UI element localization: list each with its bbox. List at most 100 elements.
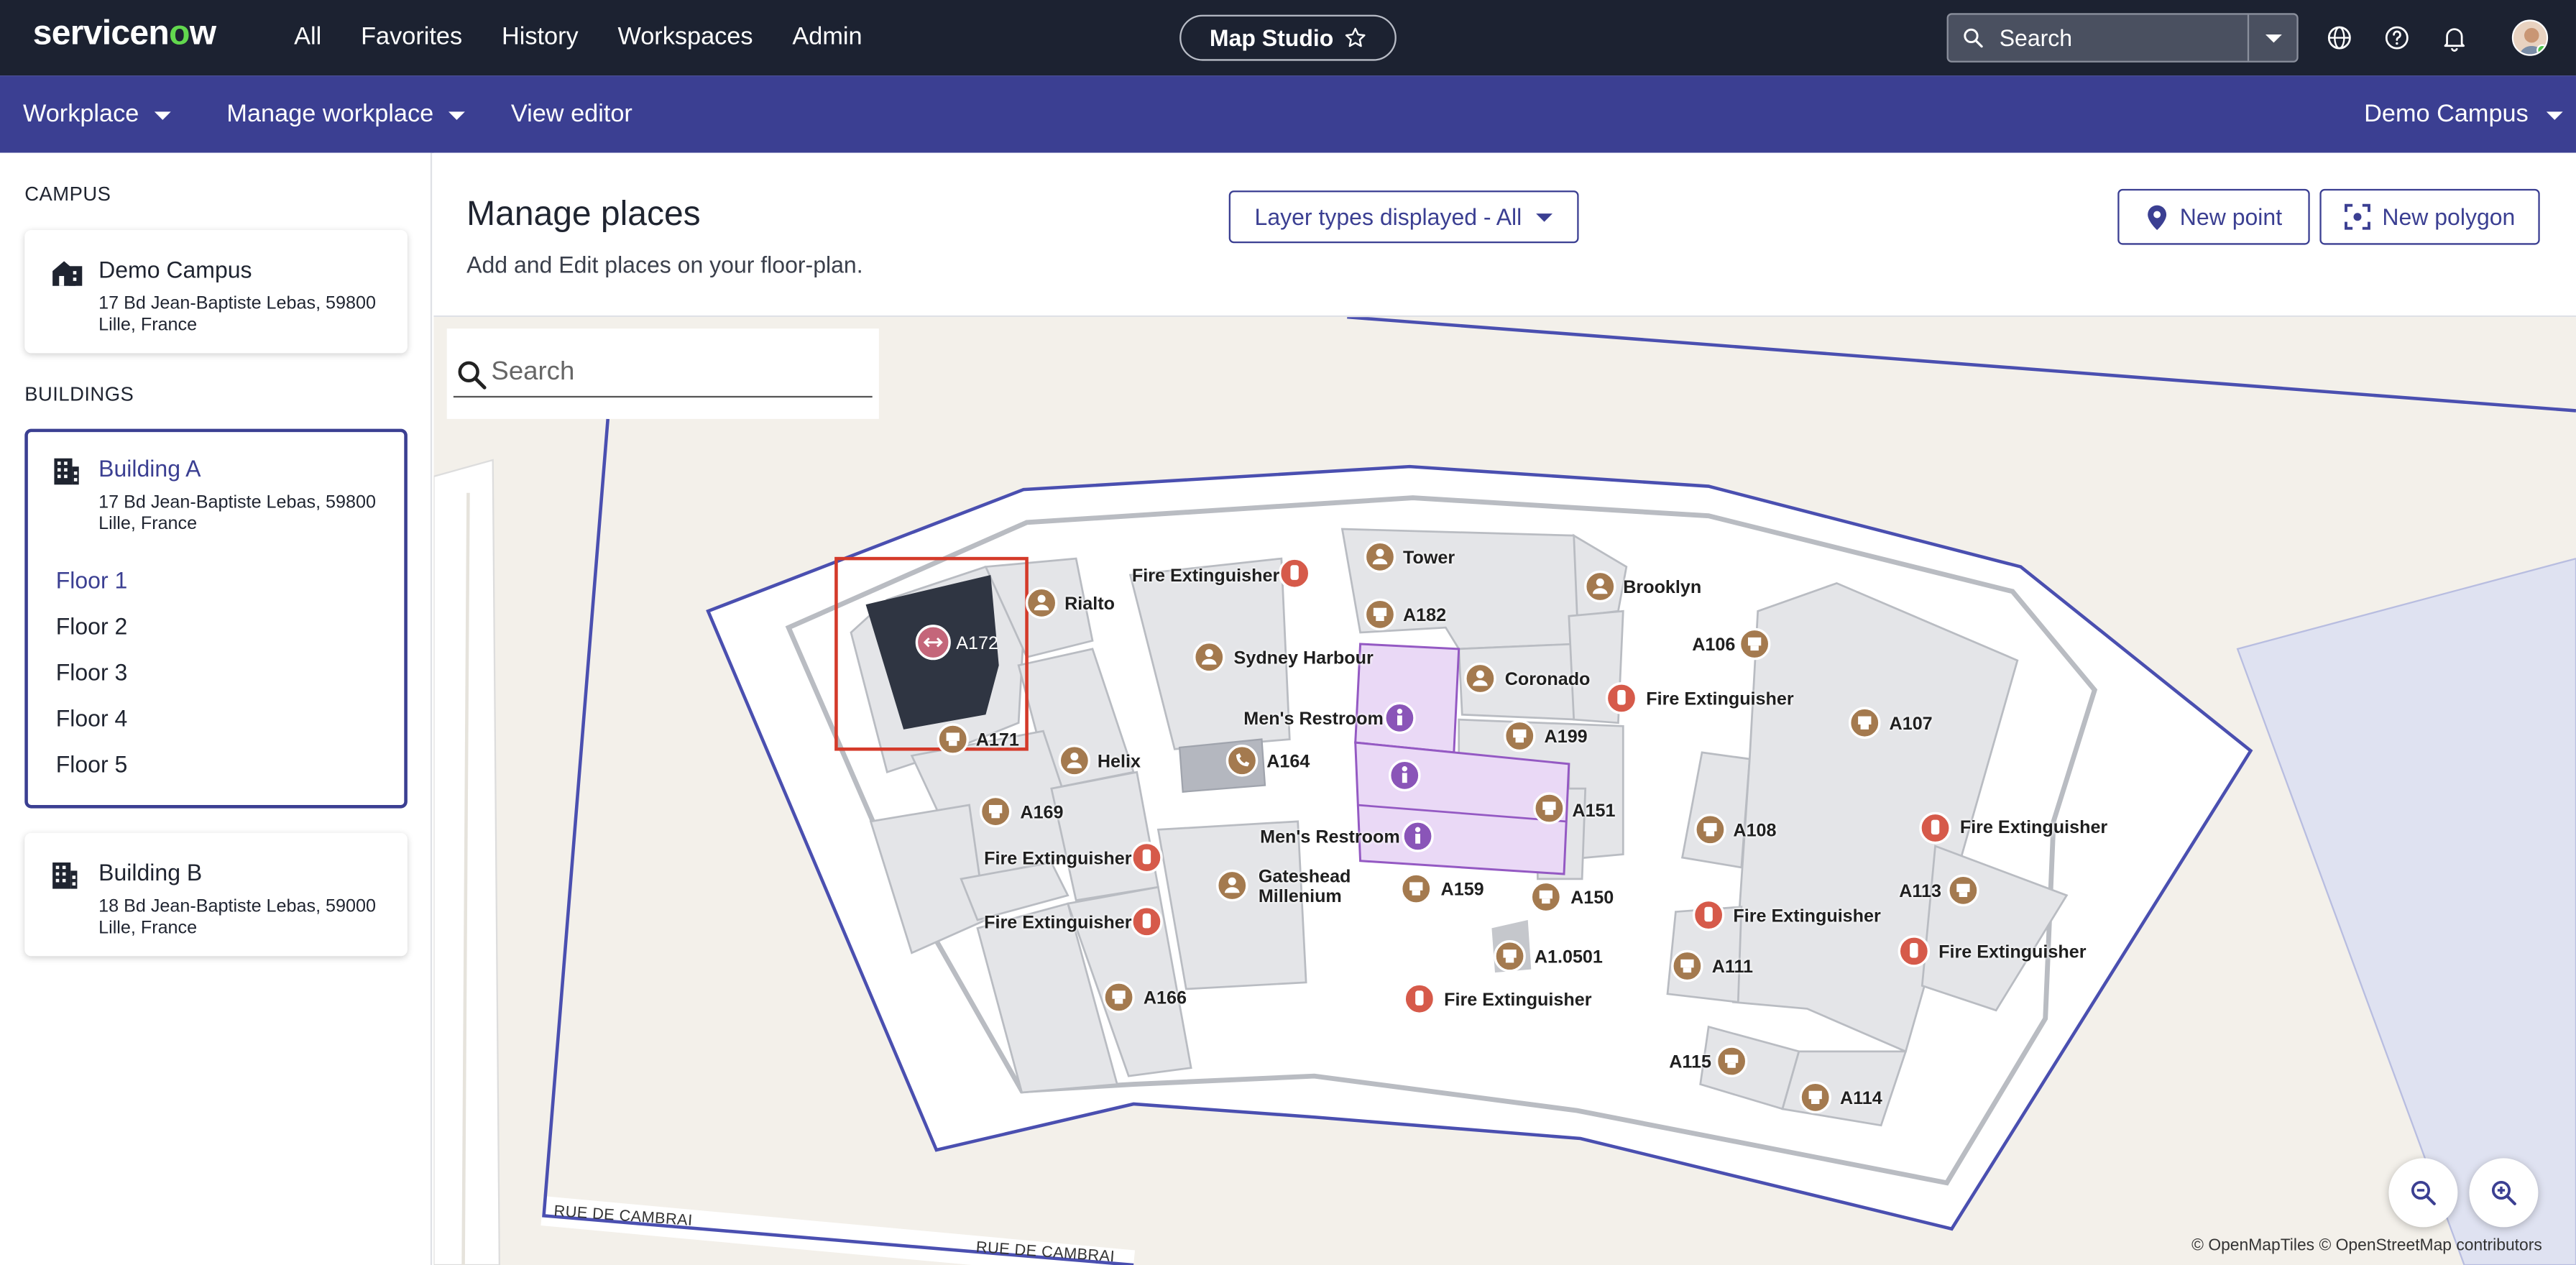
restroom-icon[interactable] (1384, 702, 1416, 735)
desk-icon[interactable] (1363, 598, 1397, 631)
restroom-icon[interactable] (1388, 759, 1421, 792)
desk-icon[interactable] (1715, 1045, 1748, 1077)
place-label: Gateshead Millenium (1258, 867, 1351, 907)
phone-icon[interactable] (1225, 744, 1259, 777)
desk-icon[interactable] (1848, 707, 1881, 739)
place-label: A113 (1899, 882, 1942, 902)
place-label: A199 (1544, 727, 1588, 748)
view-editor-label: View editor (510, 100, 632, 129)
nav-history[interactable]: History (502, 23, 579, 51)
help-icon[interactable] (2382, 23, 2411, 52)
workplace-menu[interactable]: Workplace (23, 100, 170, 128)
zoom-in-button[interactable] (2469, 1158, 2539, 1228)
workplace-menu-bar: Workplace Manage workplace View editor D… (0, 75, 2576, 153)
map-search[interactable]: Search (446, 328, 879, 419)
desk-icon[interactable] (1103, 981, 1135, 1013)
layer-types-dropdown[interactable]: Layer types displayed - All (1228, 190, 1579, 244)
globe-icon[interactable] (2324, 23, 2354, 52)
fire-extinguisher-icon[interactable] (1919, 811, 1951, 845)
nav-favorites[interactable]: Favorites (361, 23, 462, 51)
desk-icon[interactable] (1533, 792, 1565, 824)
meeting-room-icon[interactable] (1363, 540, 1397, 574)
nav-workspaces[interactable]: Workspaces (617, 23, 753, 51)
desk-icon[interactable] (1671, 949, 1703, 983)
map-search-underline (453, 395, 873, 398)
campus-selector-label: Demo Campus (2364, 100, 2529, 129)
manage-workplace-menu[interactable]: Manage workplace (226, 100, 465, 129)
fire-extinguisher-icon[interactable] (1898, 935, 1931, 967)
workspace-pill[interactable]: Map Studio (1179, 14, 1397, 61)
place-label: A115 (1669, 1053, 1712, 1073)
desk-icon[interactable] (1799, 1081, 1831, 1114)
building-card-a[interactable]: Building A 17 Bd Jean-Baptiste Lebas, 59… (24, 428, 408, 809)
workplace-menu-label: Workplace (22, 100, 139, 129)
place-label: A169 (1020, 803, 1064, 824)
meeting-room-icon[interactable] (1192, 640, 1225, 673)
meeting-room-icon[interactable] (1215, 869, 1248, 902)
campus-heading: CAMPUS (24, 182, 111, 206)
servicenow-logo[interactable]: servicenow (33, 15, 216, 55)
place-label: Fire Extinguisher (1733, 906, 1881, 927)
new-polygon-button[interactable]: New polygon (2319, 188, 2540, 245)
star-icon[interactable] (1343, 27, 1366, 50)
floor-plan-svg[interactable] (433, 317, 2576, 1265)
manage-workplace-label: Manage workplace (226, 100, 434, 129)
desk-icon[interactable] (937, 723, 969, 755)
meeting-room-icon[interactable] (1025, 586, 1058, 620)
floor-plan-map[interactable] (433, 317, 2576, 1265)
desk-icon[interactable] (1530, 880, 1563, 914)
place-label: Fire Extinguisher (1444, 990, 1592, 1011)
selected-place-icon[interactable] (915, 625, 951, 661)
place-label: A150 (1570, 888, 1614, 908)
fire-extinguisher-icon[interactable] (1131, 841, 1163, 874)
desk-icon[interactable] (1947, 874, 1979, 907)
place-label: A171 (975, 731, 1019, 751)
campus-card[interactable]: Demo Campus 17 Bd Jean-Baptiste Lebas, 5… (24, 229, 408, 354)
new-point-button[interactable]: New point (2117, 188, 2310, 245)
place-label: A107 (1889, 714, 1933, 735)
page-subtitle: Add and Edit places on your floor-plan. (466, 251, 863, 278)
floor-4[interactable]: Floor 4 (56, 705, 128, 732)
global-search[interactable]: Search (1946, 13, 2299, 63)
desk-icon[interactable] (979, 795, 1012, 828)
workspace-pill-label: Map Studio (1209, 24, 1334, 51)
nav-all[interactable]: All (294, 23, 321, 51)
building-card-b[interactable]: Building B 18 Bd Jean-Baptiste Lebas, 59… (24, 832, 408, 957)
map-attribution: © OpenMapTiles © OpenStreetMap contribut… (2191, 1237, 2542, 1256)
desk-icon[interactable] (1494, 939, 1526, 972)
chevron-down-icon (1536, 213, 1553, 222)
fire-extinguisher-icon[interactable] (1692, 898, 1725, 932)
meeting-room-icon[interactable] (1058, 744, 1091, 777)
building-b-address: 18 Bd Jean-Baptiste Lebas, 59000 Lille, … (98, 896, 376, 939)
bell-icon[interactable] (2439, 23, 2469, 52)
place-label: Brooklyn (1623, 578, 1702, 598)
search-icon (1964, 28, 1983, 48)
meeting-room-icon[interactable] (1464, 662, 1496, 695)
floor-5[interactable]: Floor 5 (56, 751, 128, 778)
fire-extinguisher-icon[interactable] (1403, 983, 1436, 1015)
fire-extinguisher-icon[interactable] (1605, 682, 1638, 714)
top-nav: All Favorites History Workspaces Admin (294, 23, 862, 51)
desk-icon[interactable] (1738, 627, 1771, 661)
desk-icon[interactable] (1503, 719, 1536, 753)
zoom-out-icon (2411, 1180, 2436, 1205)
fire-extinguisher-icon[interactable] (1131, 905, 1163, 938)
search-scope-dropdown[interactable] (2247, 14, 2297, 61)
floor-2[interactable]: Floor 2 (56, 613, 128, 640)
nav-admin[interactable]: Admin (792, 23, 862, 51)
page-title: Manage places (466, 195, 701, 234)
floor-3[interactable]: Floor 3 (56, 659, 128, 686)
desk-icon[interactable] (1399, 873, 1432, 905)
user-avatar[interactable] (2511, 19, 2549, 56)
view-editor-link[interactable]: View editor (511, 100, 632, 128)
desk-icon[interactable] (1694, 813, 1726, 846)
meeting-room-icon[interactable] (1583, 570, 1616, 603)
place-label: Fire Extinguisher (1959, 818, 2108, 838)
fire-extinguisher-icon[interactable] (1278, 557, 1311, 589)
floor-1[interactable]: Floor 1 (56, 567, 128, 594)
place-label: A182 (1402, 606, 1447, 626)
zoom-out-button[interactable] (2388, 1158, 2458, 1228)
campus-selector[interactable]: Demo Campus (2364, 100, 2563, 128)
restroom-icon[interactable] (1402, 820, 1434, 852)
place-label: Men's Restroom (1260, 827, 1400, 848)
